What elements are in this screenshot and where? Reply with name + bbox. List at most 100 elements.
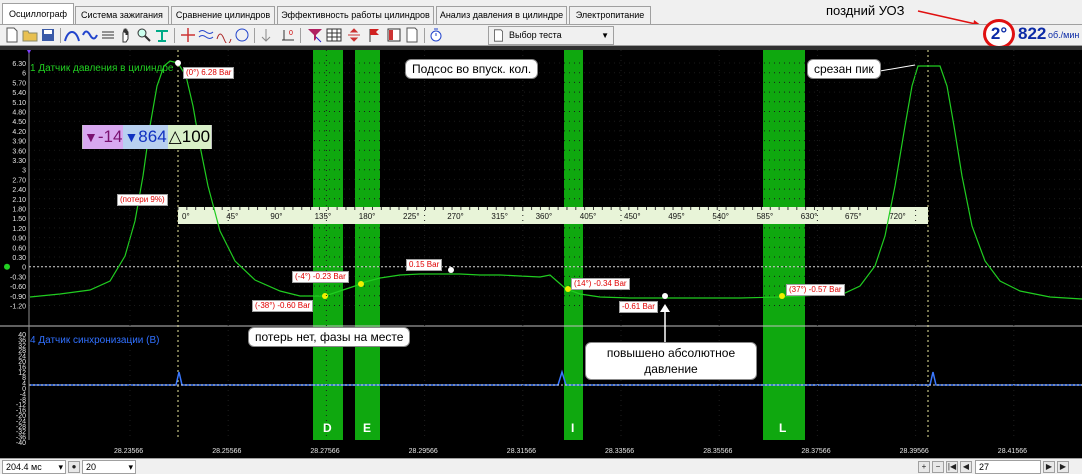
angle-tick-label: 585°: [757, 212, 774, 221]
layout-icon[interactable]: [386, 27, 402, 43]
marker-dot: [448, 267, 454, 273]
angle-tick-label: 45°: [226, 212, 238, 221]
count-select[interactable]: 20 ▾: [82, 460, 136, 474]
rpm-value: 822: [1018, 24, 1047, 43]
marker-m1: (-38°) -0.60 Bar: [252, 300, 314, 312]
phase-zone: [313, 50, 343, 440]
trigger-level-icon[interactable]: 0: [280, 27, 296, 43]
cursor-marker-icon[interactable]: [306, 27, 322, 43]
zone-label-d: D: [323, 421, 332, 435]
marker-m6: (37°) -0.57 Bar: [786, 284, 845, 296]
angle-tick-label: 540°: [712, 212, 729, 221]
filter-wave-icon[interactable]: [198, 27, 214, 43]
oscilloscope-app: Осциллограф Система зажигания Сравнение …: [0, 0, 1082, 474]
y-tick-label-ch1: 6.30: [12, 61, 26, 68]
filter-b-icon: ▼: [124, 129, 139, 145]
report-icon[interactable]: [404, 27, 420, 43]
tab-cylinder-efficiency[interactable]: Эффективность работы цилиндров: [277, 6, 434, 24]
channel4-title: 4 Датчик синхронизации (В): [30, 335, 160, 346]
marker-dot: [358, 281, 364, 287]
new-file-icon[interactable]: [4, 27, 20, 43]
y-tick-label-ch1: 1.50: [12, 216, 26, 223]
timebase-select[interactable]: 204.4 мс ▾: [2, 460, 66, 474]
pressure-trace: [29, 60, 1082, 300]
zoom-icon[interactable]: [136, 27, 152, 43]
tab-cylinder-compare[interactable]: Сравнение цилиндров: [171, 6, 275, 24]
marker-m5: -0.61 Bar: [619, 301, 658, 313]
zoom-out-icon[interactable]: −: [932, 461, 944, 473]
prev-page-icon[interactable]: ◀: [960, 461, 972, 473]
marker-dot-peak: [175, 60, 181, 66]
angle-tick-label: 90°: [270, 212, 282, 221]
save-icon[interactable]: [40, 27, 56, 43]
cursor-readout: ▼-14 ▼864 △100: [82, 125, 213, 149]
marker-dot: [662, 293, 668, 299]
angle-tick-label: 0°: [182, 212, 190, 221]
zone-label-i: I: [571, 421, 575, 435]
rpm-unit: об./мин: [1048, 30, 1080, 40]
y-tick-label-ch1: 3: [22, 168, 26, 175]
y-tick-label-ch1: 4.80: [12, 110, 26, 117]
note-connector: [879, 64, 916, 72]
sync-icon[interactable]: [154, 27, 170, 43]
flag-icon[interactable]: [366, 27, 382, 43]
angle-tick-label: 720°: [889, 212, 906, 221]
count-value: 20: [86, 462, 97, 472]
zone-label-l: L: [779, 421, 787, 435]
graph-wave-icon[interactable]: [82, 27, 98, 43]
time-tick-label: 28.35566: [703, 448, 732, 455]
angle-tick-label: 225°: [403, 212, 420, 221]
chevron-down-icon: ▾: [58, 462, 63, 472]
test-select[interactable]: Выбор теста ▼: [488, 26, 614, 45]
time-tick-label: 28.39566: [900, 448, 929, 455]
spectrum-icon[interactable]: [216, 27, 232, 45]
oscilloscope-view[interactable]: 6.30 6 5.70 5.40 5.10 4.80 4.50 4.20 3.90 3.60 3.3…: [0, 46, 1082, 458]
phase-zone: [564, 50, 583, 440]
y-tick-label-ch1: -0.30: [10, 274, 26, 281]
chevron-down-icon: ▾: [128, 462, 133, 472]
trigger-icon[interactable]: [258, 27, 274, 43]
zoom-in-icon[interactable]: +: [918, 461, 930, 473]
page-number[interactable]: 27: [975, 460, 1041, 474]
tab-cylinder-pressure[interactable]: Анализ давления в цилиндре: [436, 6, 567, 24]
filter-a-icon: ▼: [84, 129, 98, 145]
scroll-lines-icon[interactable]: [100, 27, 116, 43]
angle-tick-label: 675°: [845, 212, 862, 221]
y-tick-label-ch1: 1.20: [12, 226, 26, 233]
overlay-icon[interactable]: [234, 27, 250, 43]
angle-tick-label: 135°: [315, 212, 332, 221]
hand-pan-icon[interactable]: [118, 27, 134, 43]
tab-oscilloscope[interactable]: Осциллограф: [2, 3, 74, 25]
y-tick-label-ch1: 2.10: [12, 197, 26, 204]
split-icon[interactable]: [346, 27, 362, 43]
svg-text:0: 0: [289, 30, 293, 37]
chevron-down-icon: ▼: [601, 31, 609, 40]
angle-tick-label: 405°: [580, 212, 597, 221]
table-icon[interactable]: [326, 27, 342, 43]
play-icon[interactable]: ▶: [1057, 461, 1069, 473]
graph-arc-icon[interactable]: [64, 27, 80, 43]
marker-loss: (потери 9%): [117, 194, 168, 206]
top-strip: [0, 46, 1082, 50]
marker-m2: (-4°) -0.23 Bar: [292, 271, 349, 283]
angle-tick-label: 630°: [801, 212, 818, 221]
marker-peak: (0°) 6.28 Bar: [183, 67, 235, 79]
tab-power-supply[interactable]: Электропитание: [569, 6, 651, 24]
note-intake-leak: Подсос во впуск. кол.: [405, 59, 539, 79]
channel1-title: 1 Датчик давления в цилиндре: [30, 63, 174, 74]
y-tick-label-ch1: 0.60: [12, 245, 26, 252]
status-bar: 204.4 мс ▾ ● 20 ▾ + − |◀ ◀ 27 ▶ ▶: [0, 458, 1082, 474]
y-tick-label-ch1: 0: [22, 265, 26, 272]
y-tick-label-ch1: -0.90: [10, 294, 26, 301]
first-page-icon[interactable]: |◀: [946, 461, 958, 473]
next-page-icon[interactable]: ▶: [1043, 461, 1055, 473]
tab-ignition-system[interactable]: Система зажигания: [75, 6, 169, 24]
marker-dot: [779, 293, 785, 299]
channel1-zero-marker: [4, 263, 10, 270]
clock-settings-icon[interactable]: [428, 27, 444, 43]
open-folder-icon[interactable]: [22, 27, 38, 43]
late-ignition-note: поздний УОЗ: [826, 3, 905, 18]
cursor-cross-icon[interactable]: [180, 27, 196, 43]
y-tick-label-ch1: 5.40: [12, 90, 26, 97]
record-icon[interactable]: ●: [68, 461, 80, 473]
